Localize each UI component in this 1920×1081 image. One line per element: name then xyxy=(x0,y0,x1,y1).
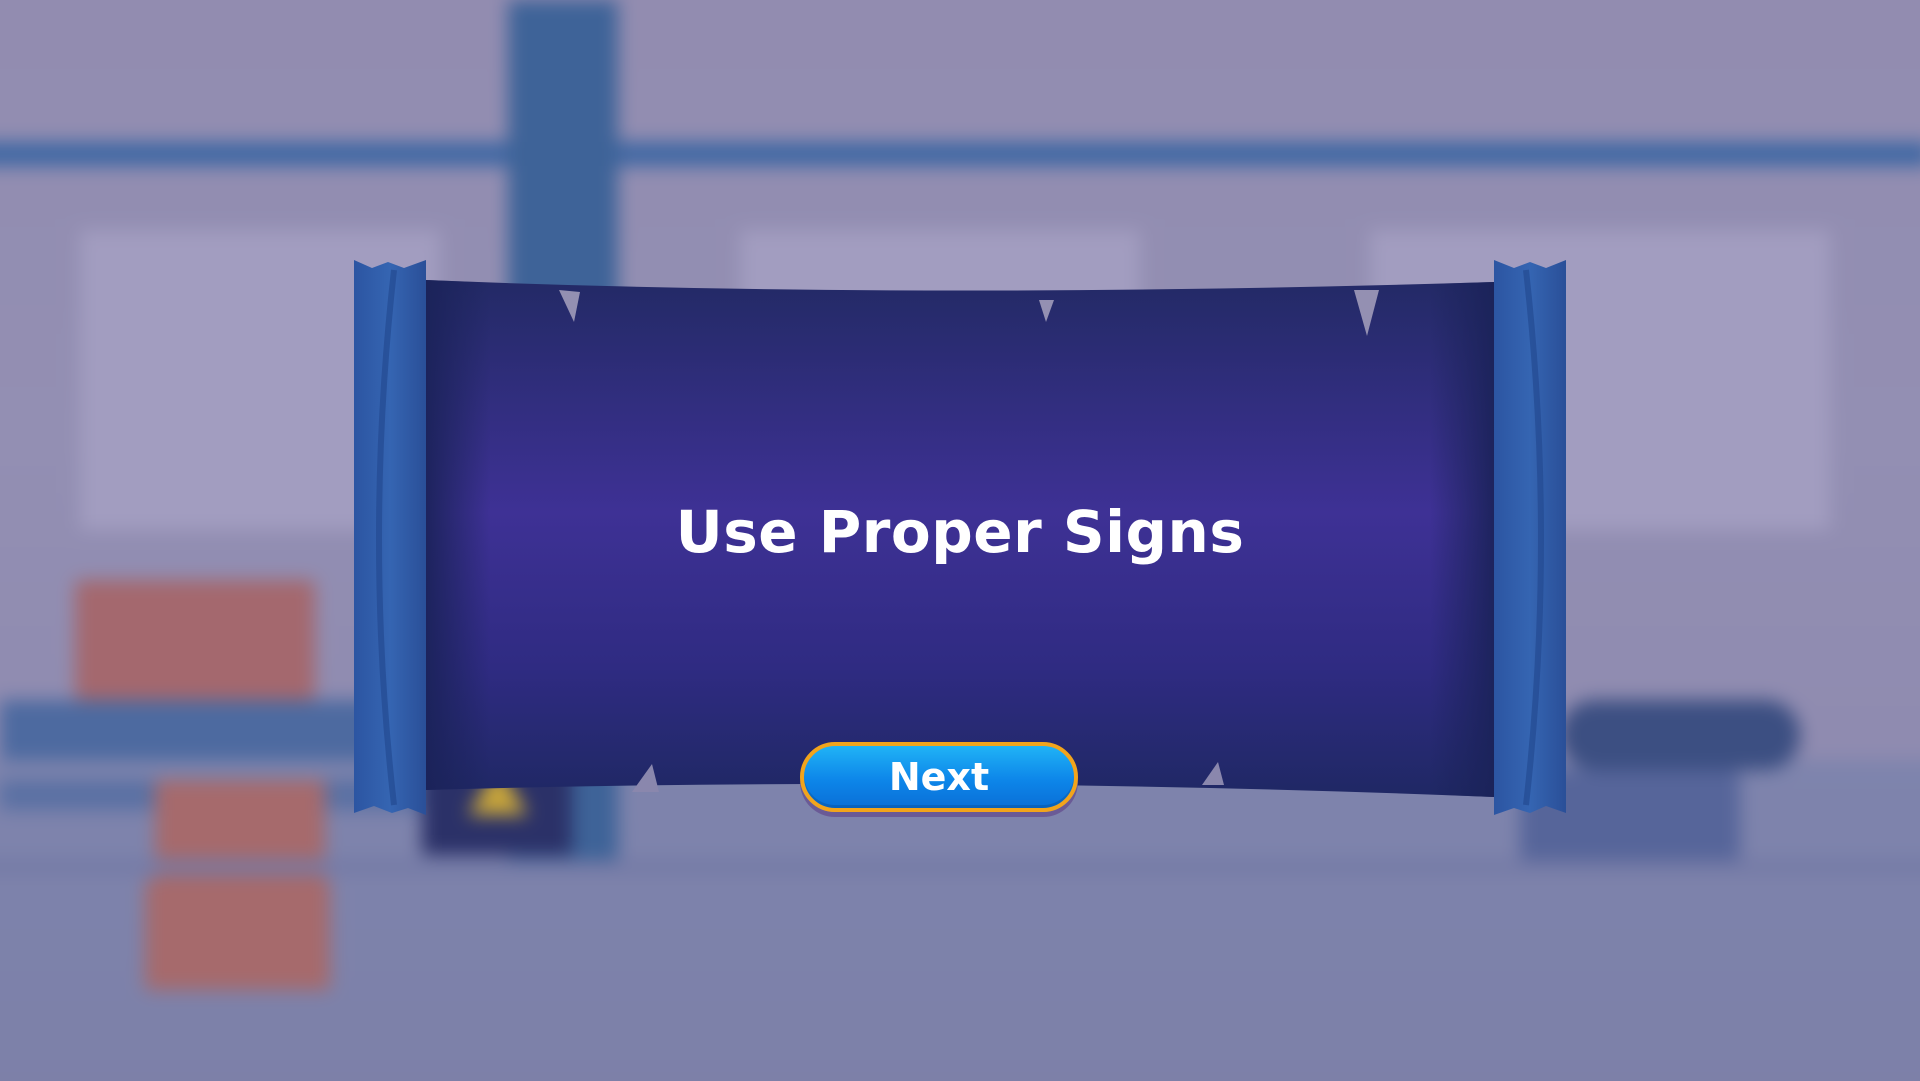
title-banner: Use Proper Signs xyxy=(354,260,1566,815)
floor-line xyxy=(0,860,1920,874)
storage-basket xyxy=(75,580,315,705)
next-button[interactable]: Next xyxy=(800,742,1078,812)
ceiling-beam xyxy=(0,142,1920,166)
hand-truck xyxy=(1560,700,1800,770)
cardboard-box xyxy=(145,880,330,990)
game-screen: Use Proper Signs Next xyxy=(0,0,1920,1081)
screen-title: Use Proper Signs xyxy=(675,498,1245,566)
